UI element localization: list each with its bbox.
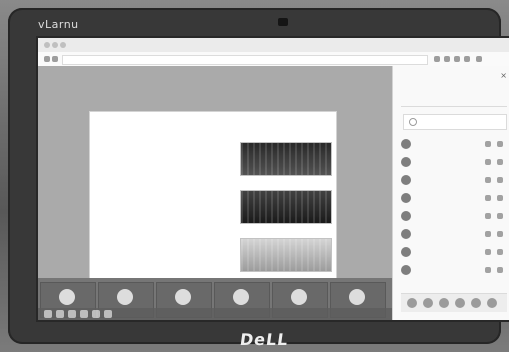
control-icon[interactable]	[423, 298, 433, 308]
avatar	[401, 211, 411, 221]
avatar	[401, 229, 411, 239]
more-icon[interactable]	[497, 159, 503, 165]
slide-bullet	[108, 187, 218, 197]
taskbar-icon[interactable]	[44, 310, 52, 318]
more-icon[interactable]	[497, 195, 503, 201]
slide-bullet	[108, 207, 218, 217]
panel-footer	[401, 293, 507, 312]
back-icon[interactable]	[44, 56, 50, 62]
avatar	[401, 247, 411, 257]
avatar	[233, 289, 249, 305]
people-row[interactable]	[401, 262, 509, 280]
slide-image	[240, 238, 332, 272]
extension-icon[interactable]	[454, 56, 460, 62]
slide-bullet	[108, 147, 218, 157]
monitor-screen: ×	[36, 36, 509, 322]
address-bar[interactable]	[38, 52, 509, 67]
people-panel: ×	[392, 66, 509, 320]
mic-icon[interactable]	[485, 195, 491, 201]
avatar	[401, 139, 411, 149]
url-input[interactable]	[62, 55, 428, 65]
more-icon[interactable]	[497, 177, 503, 183]
avatar	[349, 289, 365, 305]
avatar	[401, 193, 411, 203]
image-texture	[241, 239, 331, 271]
control-icon[interactable]	[407, 298, 417, 308]
presentation-slide	[90, 112, 336, 282]
control-icon[interactable]	[455, 298, 465, 308]
slide-image	[240, 142, 332, 176]
taskbar-icon[interactable]	[68, 310, 76, 318]
people-row[interactable]	[401, 136, 509, 154]
slide-bullet	[108, 157, 218, 167]
window-dot-icon	[60, 42, 66, 48]
taskbar-icon[interactable]	[104, 310, 112, 318]
more-icon[interactable]	[497, 141, 503, 147]
people-list	[401, 136, 509, 280]
taskbar-icon[interactable]	[80, 310, 88, 318]
avatar	[291, 289, 307, 305]
extension-icon[interactable]	[444, 56, 450, 62]
people-row[interactable]	[401, 208, 509, 226]
people-search[interactable]	[403, 114, 507, 130]
forward-icon[interactable]	[52, 56, 58, 62]
mic-icon[interactable]	[485, 141, 491, 147]
window-dot-icon	[52, 42, 58, 48]
more-icon[interactable]	[497, 267, 503, 273]
more-icon[interactable]	[497, 249, 503, 255]
people-row[interactable]	[401, 172, 509, 190]
monitor-bezel: vLarnu × DeLL	[8, 8, 509, 349]
more-icon[interactable]	[497, 213, 503, 219]
monitor-top-brand: vLarnu	[38, 18, 79, 31]
panel-divider	[401, 106, 507, 107]
profile-icon[interactable]	[476, 56, 482, 62]
slide-bullet	[108, 217, 218, 227]
avatar	[175, 289, 191, 305]
monitor-bottom-brand: DeLL	[238, 330, 290, 349]
meeting-stage	[38, 66, 392, 282]
extension-icon[interactable]	[464, 56, 470, 62]
browser-tab-bar	[38, 38, 509, 53]
control-icon[interactable]	[487, 298, 497, 308]
search-icon	[409, 118, 417, 126]
mic-icon[interactable]	[485, 267, 491, 273]
people-row[interactable]	[401, 226, 509, 244]
taskbar-icon[interactable]	[56, 310, 64, 318]
mic-icon[interactable]	[485, 213, 491, 219]
avatar	[117, 289, 133, 305]
avatar	[401, 175, 411, 185]
people-row[interactable]	[401, 244, 509, 262]
slide-bullet	[108, 167, 218, 177]
slide-image	[240, 190, 332, 224]
avatar	[401, 157, 411, 167]
taskbar	[38, 308, 392, 320]
mic-icon[interactable]	[485, 249, 491, 255]
image-texture	[241, 191, 331, 223]
people-row[interactable]	[401, 154, 509, 172]
control-icon[interactable]	[439, 298, 449, 308]
slide-bullet	[108, 197, 218, 207]
mic-icon[interactable]	[485, 159, 491, 165]
close-icon[interactable]: ×	[500, 71, 507, 80]
people-row[interactable]	[401, 190, 509, 208]
avatar	[59, 289, 75, 305]
more-icon[interactable]	[497, 231, 503, 237]
webcam-icon	[278, 18, 288, 26]
slide-bullets	[108, 147, 218, 227]
avatar	[401, 265, 411, 275]
extension-icon[interactable]	[434, 56, 440, 62]
image-texture	[241, 143, 331, 175]
mic-icon[interactable]	[485, 231, 491, 237]
window-dot-icon	[44, 42, 50, 48]
panel-tabs	[401, 88, 507, 104]
slide-bullet	[108, 177, 218, 187]
control-icon[interactable]	[471, 298, 481, 308]
mic-icon[interactable]	[485, 177, 491, 183]
taskbar-icon[interactable]	[92, 310, 100, 318]
